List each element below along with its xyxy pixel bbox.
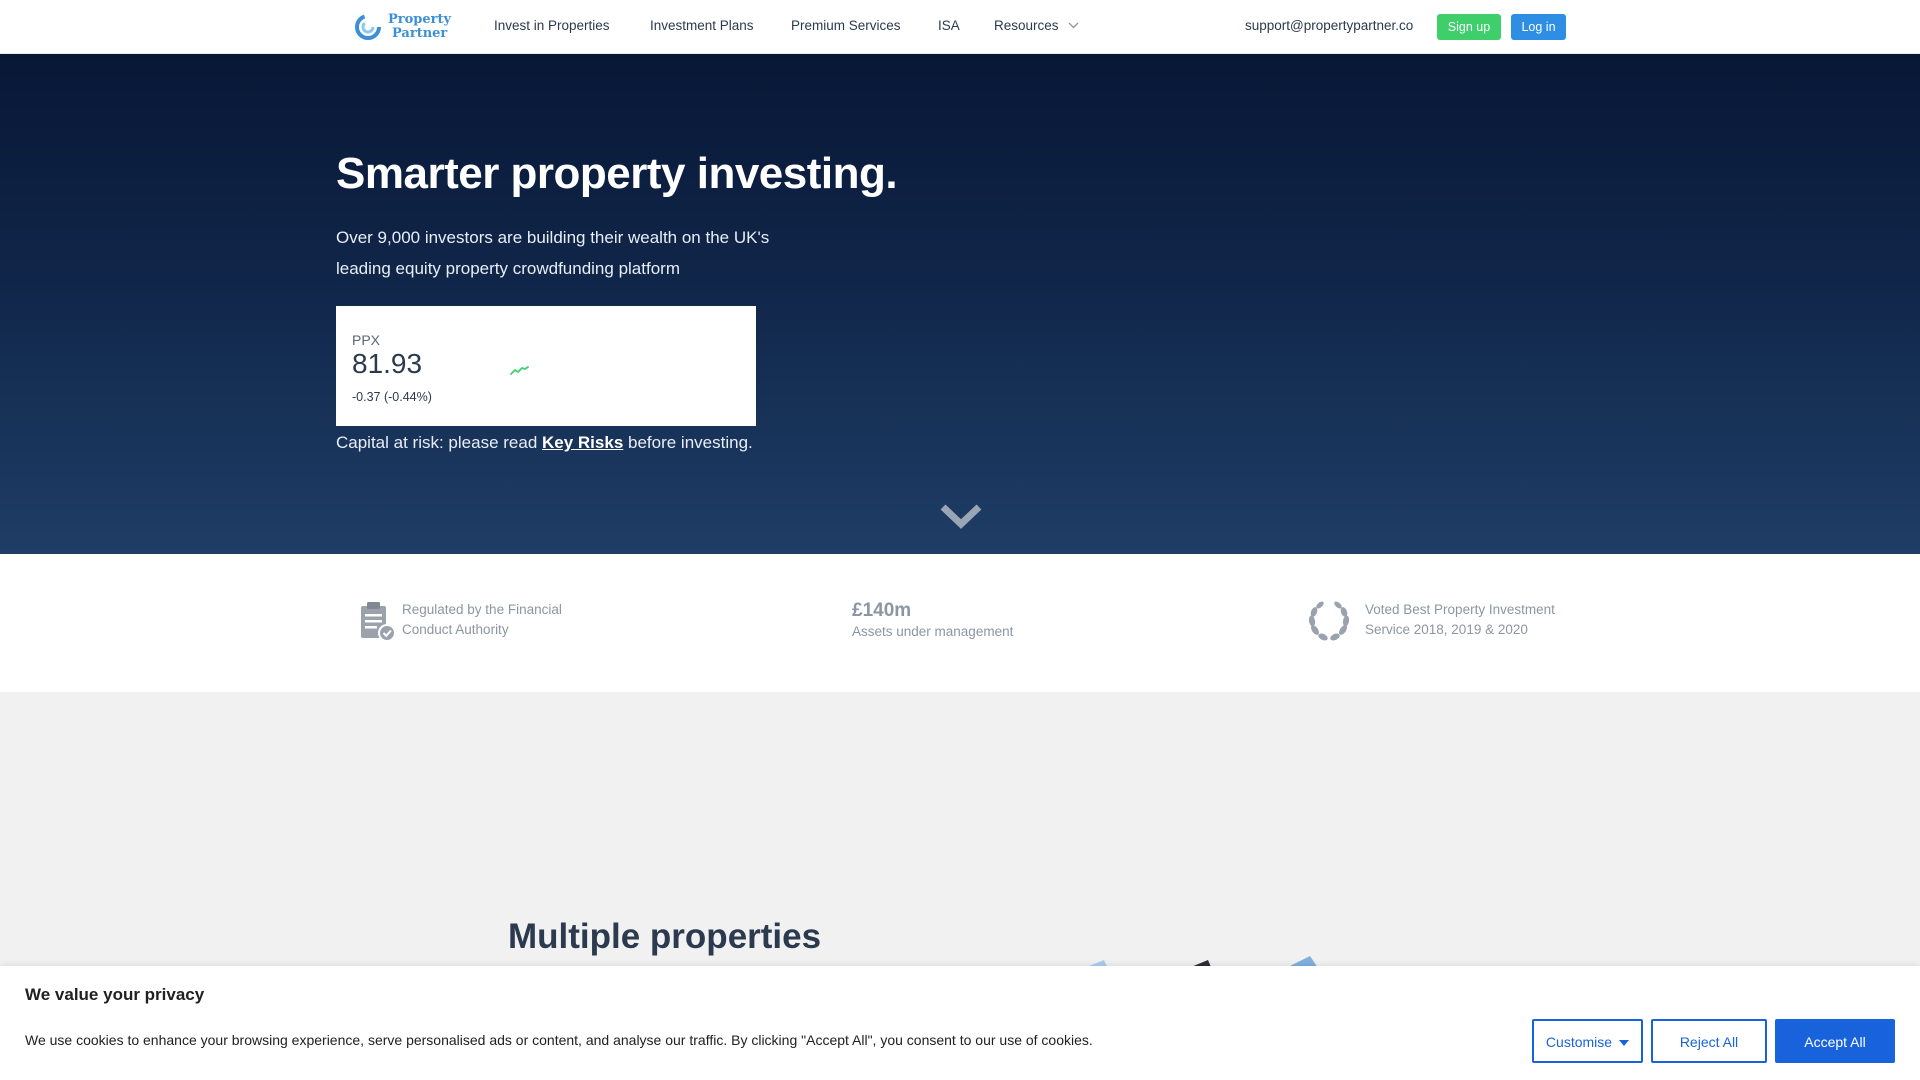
customise-label: Customise	[1545, 1034, 1613, 1050]
risk-suffix: before investing.	[623, 433, 753, 452]
chevron-down-icon	[940, 504, 982, 529]
hero-section: Smarter property investing. Over 9,000 i…	[0, 54, 1920, 554]
stat-assets-under-management: £140m Assets under management	[852, 600, 1013, 642]
capital-at-risk-notice: Capital at risk: please read Key Risks b…	[336, 433, 753, 453]
ppx-index-card[interactable]: PPX 81.93 -0.37 (-0.44%)	[336, 306, 756, 426]
ppx-value: 81.93	[352, 348, 423, 379]
cookie-description: We use cookies to enhance your browsing …	[25, 1032, 1093, 1048]
hero-title: Smarter property investing.	[336, 149, 898, 198]
logo-line-1: Property	[388, 12, 452, 27]
cookie-reject-all-button[interactable]: Reject All	[1651, 1019, 1767, 1063]
nav-invest-in-properties[interactable]: Invest in Properties	[494, 18, 610, 33]
stat-fca-regulated: Regulated by the Financial Conduct Autho…	[358, 600, 562, 642]
nav-isa[interactable]: ISA	[938, 18, 960, 33]
nav-resources-label: Resources	[994, 18, 1059, 33]
logo-swirl-icon	[355, 14, 381, 40]
ppx-sparkline-icon	[510, 366, 529, 375]
cookie-title: We value your privacy	[25, 985, 205, 1004]
sign-up-button[interactable]: Sign up	[1437, 14, 1501, 40]
cookie-consent-banner: We value your privacy We use cookies to …	[0, 966, 1920, 1080]
top-navigation: Property Partner Invest in Properties In…	[0, 0, 1920, 54]
ppx-change: -0.37 (-0.44%)	[352, 390, 432, 404]
support-email-link[interactable]: support@propertypartner.co	[1245, 18, 1413, 33]
stat-aum-line-2: Assets under management	[852, 624, 1014, 639]
cookie-accept-all-button[interactable]: Accept All	[1775, 1019, 1895, 1063]
stat-award-line-2: Service 2018, 2019 & 2020	[1365, 622, 1528, 637]
laurel-wreath-icon	[1308, 601, 1350, 641]
stat-award-line-1: Voted Best Property Investment	[1365, 602, 1555, 617]
ppx-name: PPX	[352, 332, 381, 348]
log-in-button[interactable]: Log in	[1511, 14, 1566, 40]
stat-fca-line-2: Conduct Authority	[402, 622, 509, 637]
cookie-customise-button[interactable]: Customise	[1532, 1019, 1643, 1063]
stat-aum-headline: £140m	[852, 600, 912, 621]
stat-aum-text: £140m Assets under management	[852, 600, 1013, 642]
stat-fca-text: Regulated by the Financial Conduct Autho…	[402, 600, 562, 640]
nav-resources-dropdown[interactable]: Resources	[994, 18, 1079, 33]
caret-down-icon	[1619, 1040, 1630, 1046]
nav-investment-plans[interactable]: Investment Plans	[650, 18, 754, 33]
clipboard-check-icon	[361, 602, 396, 642]
key-risks-link[interactable]: Key Risks	[542, 433, 623, 452]
stat-fca-line-1: Regulated by the Financial	[402, 602, 562, 617]
section-title: Multiple properties	[508, 917, 822, 956]
stat-best-service-award: Voted Best Property Investment Service 2…	[1305, 600, 1555, 644]
trust-stats-bar: Regulated by the Financial Conduct Autho…	[0, 554, 1920, 692]
logo-line-2: Partner	[392, 26, 448, 41]
risk-prefix: Capital at risk: please read	[336, 433, 542, 452]
chevron-down-icon	[1068, 22, 1079, 29]
scroll-down-button[interactable]	[939, 502, 983, 535]
nav-premium-services[interactable]: Premium Services	[791, 18, 901, 33]
hero-subtitle: Over 9,000 investors are building their …	[336, 228, 770, 278]
property-partner-logo[interactable]: Property Partner	[354, 12, 451, 42]
logo-wordmark: Property Partner	[388, 13, 451, 41]
stat-award-text: Voted Best Property Investment Service 2…	[1365, 600, 1555, 640]
